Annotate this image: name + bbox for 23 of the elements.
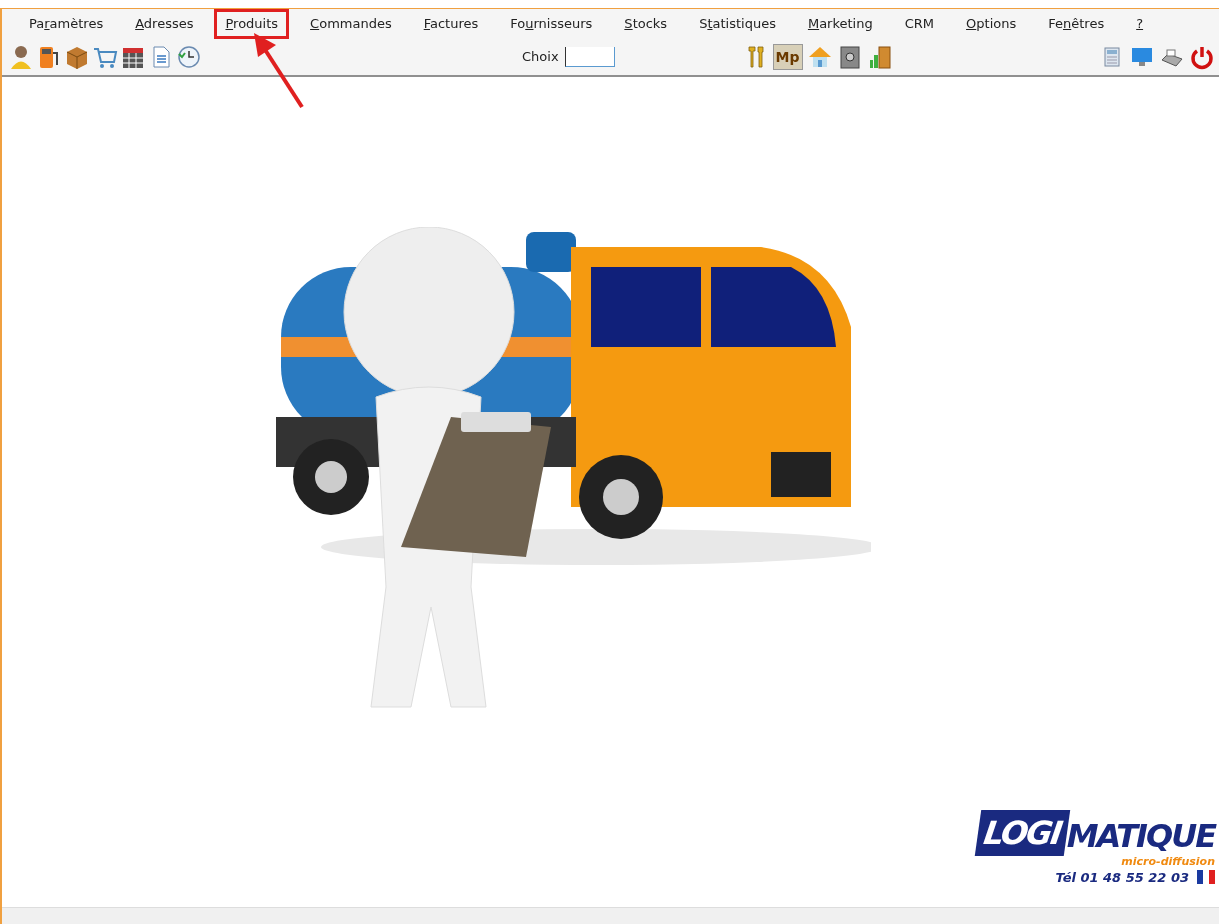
- clock-icon[interactable]: [176, 44, 202, 70]
- choice-input[interactable]: [564, 47, 615, 67]
- menu-item[interactable]: Factures: [412, 9, 490, 39]
- user-icon[interactable]: [8, 44, 34, 70]
- menu-item[interactable]: Statistiques: [688, 9, 787, 39]
- logo-tagline: micro-diffusion: [1121, 855, 1215, 868]
- menu-item[interactable]: Adresses: [124, 9, 205, 39]
- menu-item[interactable]: Stocks: [613, 9, 679, 39]
- crate-icon[interactable]: [64, 44, 90, 70]
- french-flag-icon: [1197, 870, 1215, 885]
- phone-number: Tél 01 48 55 22 03: [1055, 868, 1189, 887]
- menu-item[interactable]: Produits: [214, 9, 290, 39]
- choice-label: Choix: [522, 48, 559, 67]
- power-icon[interactable]: [1189, 44, 1215, 70]
- menu-item[interactable]: Options: [955, 9, 1028, 39]
- menu-item[interactable]: CRM: [893, 9, 946, 39]
- menu-item[interactable]: Marketing: [796, 9, 884, 39]
- mp-button[interactable]: Mp: [772, 44, 803, 70]
- menu-item[interactable]: Commandes: [299, 9, 403, 39]
- menu-item[interactable]: Fenêtres: [1037, 9, 1116, 39]
- menu-item[interactable]: Fournisseurs: [499, 9, 604, 39]
- menu-item[interactable]: ?: [1125, 9, 1155, 39]
- menu-item[interactable]: Paramètres: [18, 9, 115, 39]
